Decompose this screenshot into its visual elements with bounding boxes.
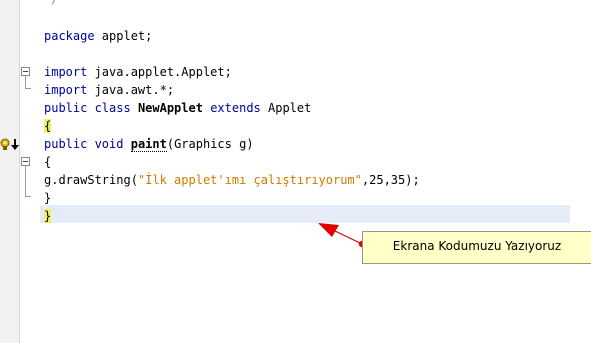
code-text: java.applet.Applet; xyxy=(87,65,232,79)
code-line-package: package applet; xyxy=(44,27,152,45)
code-line-class: public class NewApplet extends Applet xyxy=(44,99,311,117)
code-text: applet; xyxy=(94,29,153,43)
code-text: java.awt.*; xyxy=(87,83,175,97)
code-line-brace: { xyxy=(44,155,52,169)
fold-guide-line xyxy=(25,166,26,196)
current-line-highlight xyxy=(40,205,570,223)
code-line-import: import java.applet.Applet; xyxy=(44,63,232,81)
keyword: package xyxy=(44,29,95,43)
method-name: paint xyxy=(130,137,167,152)
code-line-draw: g.drawString("İlk applet'ımı çalıştırıyo… xyxy=(44,171,420,189)
code-line-brace: } xyxy=(44,191,52,205)
fold-guide-line xyxy=(25,76,26,88)
editor-gutter xyxy=(0,0,20,343)
fold-guide-end xyxy=(25,88,31,89)
override-method-icon[interactable] xyxy=(0,137,20,151)
comment-line: */ xyxy=(44,0,58,8)
matched-brace: } xyxy=(44,209,52,223)
annotation-callout: Ekrana Kodumuzu Yazıyoruz xyxy=(362,231,591,264)
keyword: import xyxy=(44,83,88,97)
class-name: NewApplet xyxy=(137,101,203,115)
fold-collapse-icon[interactable] xyxy=(21,157,30,166)
keyword: extends xyxy=(210,101,261,115)
keyword: public class xyxy=(44,101,131,115)
code-line-brace: { xyxy=(44,117,52,135)
code-text: Applet xyxy=(260,101,312,115)
matched-brace: { xyxy=(44,119,52,133)
code-text: ,25,35); xyxy=(361,173,420,187)
fold-collapse-icon[interactable] xyxy=(21,67,30,76)
code-line-brace: } xyxy=(44,207,52,225)
code-text: (Graphics g) xyxy=(166,137,254,151)
code-line-method: public void paint(Graphics g) xyxy=(44,135,254,153)
code-text: g.drawString( xyxy=(44,173,138,187)
keyword: public void xyxy=(44,137,124,151)
fold-guide-end xyxy=(25,196,31,197)
string-literal: "İlk applet'ımı çalıştırıyorum" xyxy=(137,173,362,187)
code-line-import: import java.awt.*; xyxy=(44,81,174,99)
keyword: import xyxy=(44,65,88,79)
